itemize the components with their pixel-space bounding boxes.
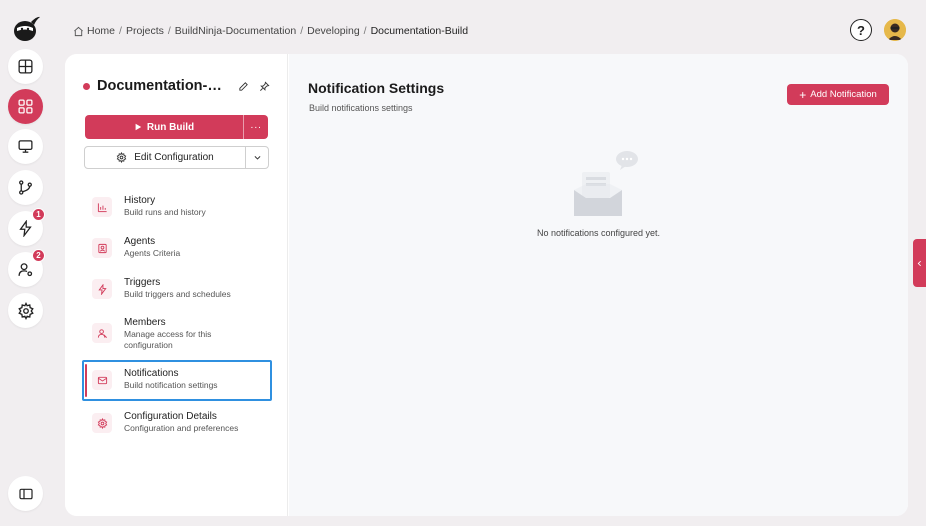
agent-icon — [92, 238, 112, 258]
user-avatar-icon — [884, 19, 906, 41]
question-icon: ? — [857, 22, 865, 38]
help-button[interactable]: ? — [850, 19, 872, 41]
rail-dashboard-button[interactable] — [8, 49, 43, 84]
rail-settings-button[interactable] — [8, 293, 43, 328]
notification-settings-panel: Notification Settings Build notification… — [289, 54, 908, 516]
ninja-logo-icon — [14, 16, 40, 41]
rail-agents-button[interactable] — [8, 129, 43, 164]
lightning-icon — [19, 220, 32, 237]
main-card: Documentation-Build Run Build ··· — [65, 54, 908, 516]
icon-rail: 1 2 — [0, 0, 52, 526]
rail-builds-button[interactable]: 1 — [8, 208, 45, 246]
user-gear-icon — [18, 263, 33, 277]
status-dot — [83, 82, 90, 90]
edit-configuration-button-group: Edit Configuration — [84, 146, 269, 169]
nav-label: Notifications — [124, 368, 179, 379]
edit-title-button[interactable] — [236, 79, 250, 93]
gear-icon — [17, 301, 34, 320]
avatar[interactable] — [884, 19, 906, 41]
rail-projects-button[interactable] — [8, 89, 43, 124]
nav-item-triggers[interactable]: Triggers Build triggers and schedules — [85, 276, 271, 300]
breadcrumb-home[interactable]: Home — [87, 25, 115, 37]
nav-description: Build runs and history — [124, 207, 206, 217]
members-icon — [92, 323, 112, 343]
top-actions: ? — [850, 19, 906, 41]
edit-configuration-button[interactable]: Edit Configuration — [85, 147, 246, 168]
chevron-down-icon — [254, 156, 260, 160]
users-badge: 2 — [32, 249, 45, 262]
home-icon — [74, 26, 83, 36]
config-sidebar: Documentation-Build Run Build ··· — [65, 54, 288, 516]
nav-description: Manage access for this configuration — [124, 329, 212, 350]
add-notification-label: Add Notification — [810, 89, 877, 100]
builds-badge: 1 — [32, 208, 45, 221]
rail-collapse-button[interactable] — [8, 476, 43, 511]
grid-apps-icon — [18, 99, 33, 114]
breadcrumb: Home / Projects / BuildNinja-Documentati… — [73, 24, 468, 38]
lightning-icon — [92, 279, 112, 299]
nav-label: Agents — [124, 236, 156, 247]
chart-icon — [92, 197, 112, 217]
nav-item-members[interactable]: Members Manage access for this configura… — [85, 316, 271, 351]
breadcrumb-project[interactable]: BuildNinja-Documentation — [175, 25, 296, 37]
nav-item-agents[interactable]: Agents Agents Criteria — [85, 235, 271, 259]
mail-icon — [92, 370, 112, 390]
breadcrumb-separator: / — [300, 25, 304, 37]
git-branch-icon — [19, 180, 32, 195]
nav-description: Build triggers and schedules — [124, 289, 231, 299]
plus-icon: + — [799, 87, 807, 102]
nav-label: History — [124, 195, 156, 206]
rail-users-button[interactable]: 2 — [8, 249, 45, 287]
gear-icon — [116, 152, 127, 163]
nav-description: Build notification settings — [124, 380, 218, 390]
config-title: Documentation-Build — [97, 78, 227, 94]
monitor-icon — [18, 140, 33, 153]
nav-label: Triggers — [124, 277, 161, 288]
empty-inbox-icon — [574, 151, 638, 216]
nav-description: Agents Criteria — [124, 248, 181, 258]
nav-description: Configuration and preferences — [124, 423, 239, 433]
buildninja-logo[interactable] — [10, 12, 42, 44]
run-build-label: Run Build — [146, 121, 195, 133]
breadcrumb-separator: / — [119, 25, 122, 37]
drawer-toggle-button[interactable] — [913, 239, 926, 287]
breadcrumb-folder[interactable]: Developing — [307, 25, 360, 37]
add-notification-button[interactable]: + Add Notification — [787, 84, 889, 105]
empty-state-message: No notifications configured yet. — [536, 228, 661, 238]
sidebar-toggle-icon — [18, 488, 33, 499]
edit-options-button[interactable] — [246, 147, 268, 168]
page-subtitle: Build notifications settings — [309, 103, 413, 113]
nav-label: Configuration Details — [124, 411, 217, 422]
nav-item-history[interactable]: History Build runs and history — [85, 194, 271, 218]
run-build-button-group: Run Build ··· — [85, 115, 268, 139]
chevron-left-icon — [917, 260, 921, 266]
breadcrumb-projects[interactable]: Projects — [126, 25, 164, 37]
edit-configuration-label: Edit Configuration — [134, 152, 214, 163]
nav-item-notifications[interactable]: Notifications Build notification setting… — [82, 360, 272, 401]
page-title: Notification Settings — [308, 80, 445, 96]
nav-label: Members — [124, 317, 166, 328]
breadcrumb-current: Documentation-Build — [370, 25, 469, 37]
pin-icon — [259, 80, 270, 91]
more-icon: ··· — [250, 121, 262, 133]
breadcrumb-separator: / — [167, 25, 171, 37]
pencil-icon — [238, 81, 248, 91]
gear-icon — [92, 413, 112, 433]
pin-button[interactable] — [257, 79, 271, 93]
play-icon — [135, 123, 142, 131]
run-options-button[interactable]: ··· — [244, 115, 268, 139]
rail-vcs-button[interactable] — [8, 170, 43, 205]
nav-item-configuration-details[interactable]: Configuration Details Configuration and … — [85, 410, 271, 434]
layout-grid-icon — [18, 59, 33, 74]
config-header: Documentation-Build — [83, 76, 273, 96]
run-build-button[interactable]: Run Build — [85, 115, 244, 139]
breadcrumb-separator: / — [363, 25, 367, 37]
